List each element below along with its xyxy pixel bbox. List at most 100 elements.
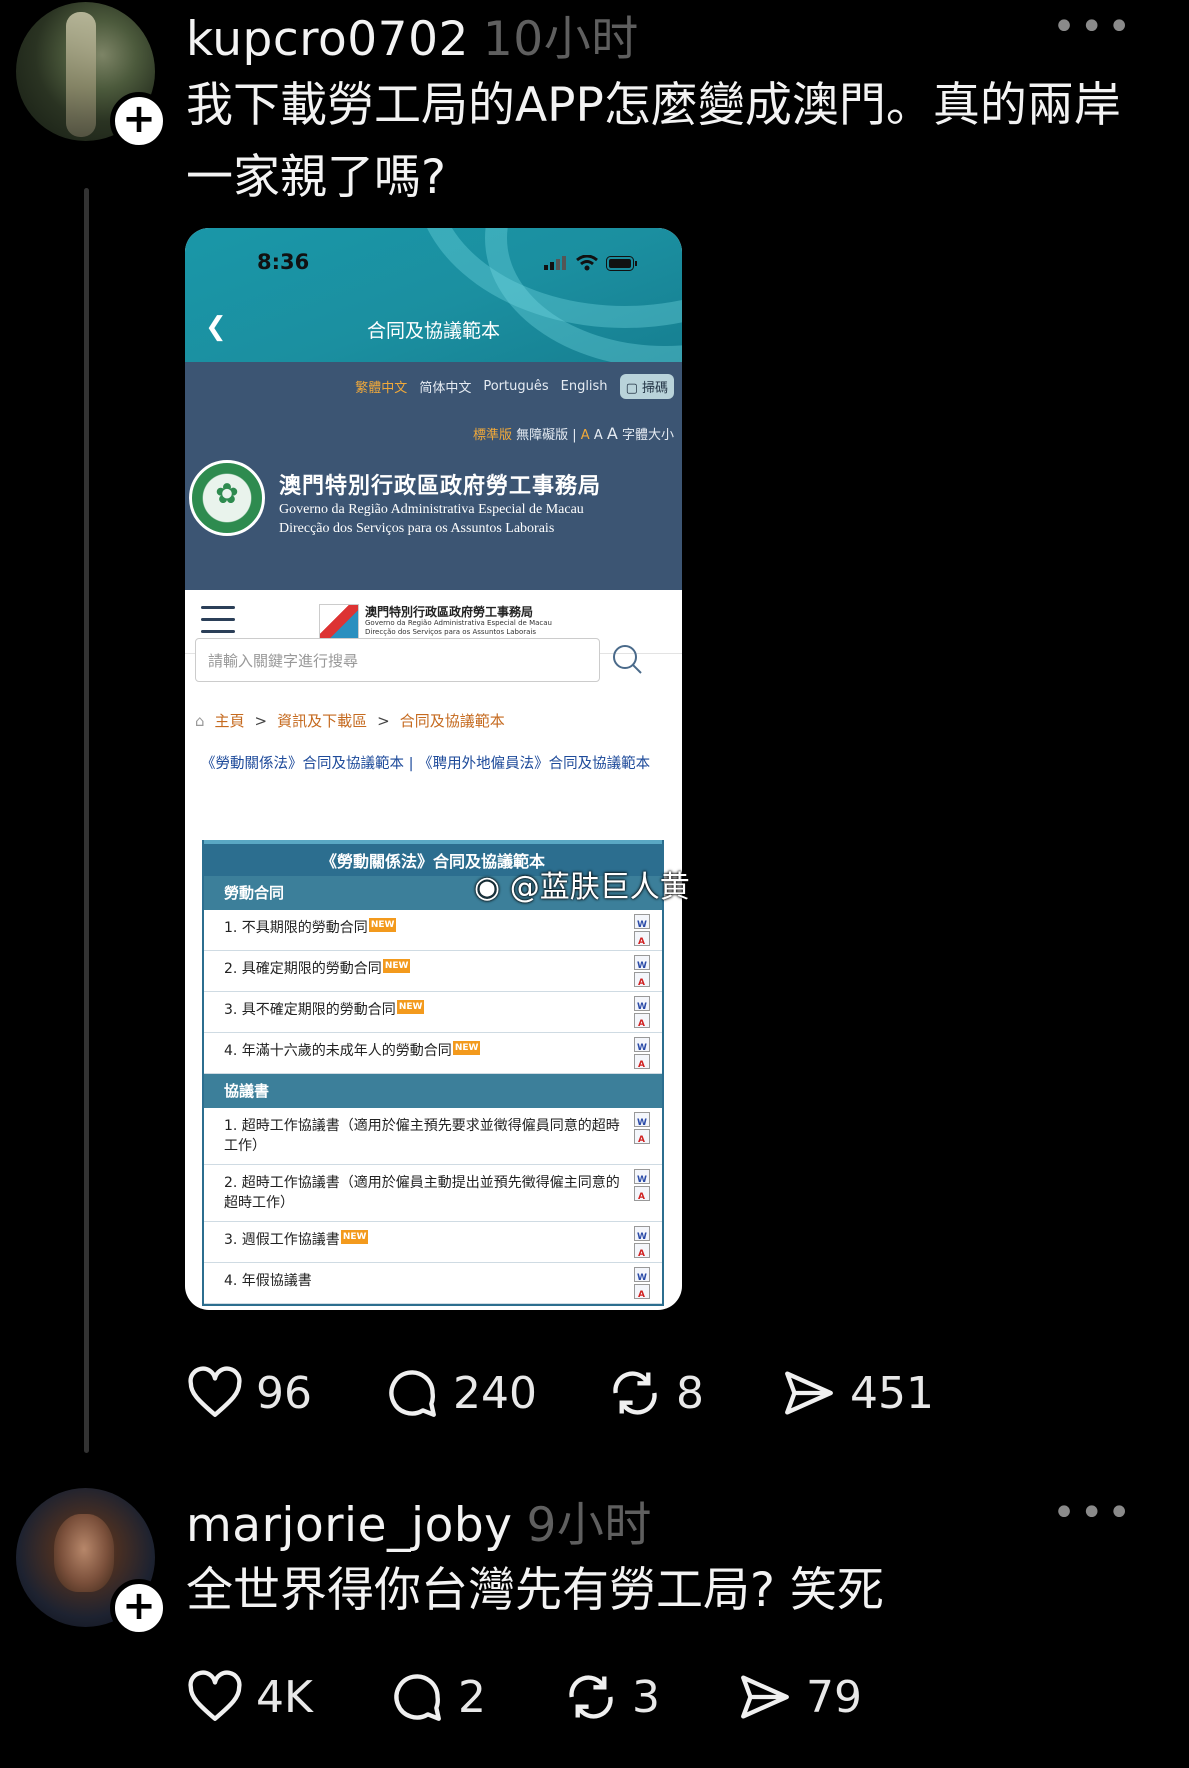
breadcrumb-separator: > — [254, 711, 268, 730]
repost-count: 8 — [676, 1367, 704, 1419]
username[interactable]: marjorie_joby — [186, 1498, 512, 1553]
post-author[interactable]: kupcro0702 10小时 — [186, 0, 639, 69]
lang-traditional[interactable]: 繁體中文 — [355, 377, 407, 396]
status-clock: 8:36 — [257, 250, 310, 274]
follow-plus-icon[interactable]: + — [110, 92, 168, 150]
breadcrumb-separator: > — [377, 711, 390, 730]
more-options-icon[interactable]: ••• — [1052, 1490, 1135, 1536]
site-header: 繁體中文 简体中文 Português English ▢ 掃碼 標準版 無障礙… — [185, 362, 682, 590]
send-icon — [785, 1371, 833, 1415]
new-badge: NEW — [368, 918, 397, 932]
department-name-pt: Governo da Região Administrativa Especia… — [279, 502, 584, 517]
row-label: 3. 具不確定期限的勞動合同 — [224, 1002, 396, 1018]
row-label: 4. 年假協議書 — [224, 1273, 312, 1289]
law-links[interactable]: 《勞動關係法》合同及協議範本 | 《聘用外地僱員法》合同及協議範本 — [201, 750, 671, 778]
table-row[interactable]: 3. 週假工作協議書 NEW — [204, 1222, 662, 1264]
table-row[interactable]: 1. 超時工作協議書（適用於僱主預先要求並徵得僱員同意的超時工作） — [204, 1108, 662, 1165]
nav-logo-title: 澳門特別行政區政府勞工事務局 — [365, 605, 534, 619]
repost-count: 3 — [632, 1671, 660, 1723]
word-file-icon[interactable] — [634, 1037, 650, 1058]
breadcrumb-item[interactable]: 主頁 — [215, 710, 245, 731]
comment-icon — [389, 1370, 436, 1417]
share-count: 451 — [850, 1367, 934, 1419]
more-options-icon[interactable]: ••• — [1052, 4, 1135, 50]
post-author[interactable]: marjorie_joby 9小时 — [186, 1486, 652, 1555]
breadcrumb-item[interactable]: 合同及協議範本 — [400, 710, 505, 731]
table-row[interactable]: 4. 年假協議書 — [204, 1263, 662, 1305]
weibo-icon: ◉ — [474, 870, 501, 905]
nav-logo-subtitle-line: Governo da Região Administrativa Especia… — [365, 619, 552, 627]
font-small[interactable]: A — [581, 428, 590, 443]
weibo-watermark: ◉ @蓝肤巨人黄 — [474, 862, 690, 906]
breadcrumb-item[interactable]: 資訊及下載區 — [277, 710, 367, 731]
search-icon[interactable] — [610, 642, 646, 678]
page-title: 合同及協議範本 — [366, 320, 500, 342]
word-file-icon[interactable] — [634, 1169, 650, 1190]
pdf-file-icon[interactable] — [634, 1243, 650, 1264]
row-label: 2. 具確定期限的勞動合同 — [224, 961, 382, 977]
font-size-label: 字體大小 — [621, 428, 674, 443]
font-medium[interactable]: A — [594, 428, 603, 443]
share-count: 79 — [806, 1671, 862, 1723]
heart-icon — [188, 1366, 242, 1417]
standard-version-link[interactable]: 標準版 — [473, 428, 512, 443]
word-file-icon[interactable] — [634, 1267, 650, 1288]
pdf-file-icon[interactable] — [634, 1129, 650, 1150]
username[interactable]: kupcro0702 — [186, 12, 469, 67]
accessible-version-link[interactable]: 無障礙版 — [516, 428, 568, 443]
post-text-line: 我下載勞工局的APP怎麼變成澳門。真的兩岸 — [186, 78, 1121, 133]
watermark-text: @蓝肤巨人黄 — [509, 870, 690, 905]
scan-button[interactable]: ▢ 掃碼 — [619, 374, 674, 399]
word-file-icon[interactable] — [634, 955, 650, 976]
like-button[interactable]: 4K — [186, 1668, 313, 1726]
pdf-file-icon[interactable] — [634, 1054, 650, 1075]
share-button[interactable]: 79 — [736, 1668, 862, 1726]
accessibility-bar: 標準版 無障礙版 | A A A 字體大小 — [473, 424, 674, 443]
repost-button[interactable]: 8 — [606, 1364, 704, 1422]
share-button[interactable]: 451 — [780, 1364, 934, 1422]
language-bar: 繁體中文 简体中文 Português English ▢ 掃碼 — [355, 374, 674, 399]
word-file-icon[interactable] — [634, 914, 650, 935]
section-header: 協議書 — [204, 1074, 662, 1108]
lang-portuguese[interactable]: Português — [483, 379, 548, 394]
row-label: 1. 超時工作協議書（適用於僱主預先要求並徵得僱員同意的超時工作） — [224, 1118, 620, 1154]
repost-button[interactable]: 3 — [562, 1668, 660, 1726]
word-file-icon[interactable] — [634, 1226, 650, 1247]
repost-icon — [569, 1675, 613, 1719]
lang-simplified[interactable]: 简体中文 — [419, 377, 471, 396]
send-icon — [741, 1675, 789, 1719]
table-row[interactable]: 3. 具不確定期限的勞動合同 NEW — [204, 992, 662, 1034]
nav-logo-subtitle: Governo da Região Administrativa Especia… — [365, 619, 552, 637]
search-input[interactable]: 請輸入關鍵字進行搜尋 — [195, 638, 600, 682]
department-name-zh: 澳門特別行政區政府勞工事務局 — [279, 473, 602, 499]
table-row[interactable]: 4. 年滿十六歲的未成年人的勞動合同 NEW — [204, 1033, 662, 1075]
table-row[interactable]: 2. 具確定期限的勞動合同 NEW — [204, 951, 662, 993]
post-text: 我下載勞工局的APP怎麼變成澳門。真的兩岸 一家親了嗎? — [186, 70, 1121, 214]
pdf-file-icon[interactable] — [634, 1284, 650, 1305]
scan-label: 掃碼 — [641, 381, 668, 396]
follow-plus-icon[interactable]: + — [110, 1579, 168, 1637]
comment-button[interactable]: 240 — [383, 1364, 537, 1422]
post-text: 全世界得你台灣先有勞工局? 笑死 — [186, 1563, 884, 1618]
word-file-icon[interactable] — [634, 996, 650, 1017]
font-large[interactable]: A — [607, 424, 618, 443]
post-time: 9小时 — [526, 1498, 652, 1553]
comment-button[interactable]: 2 — [388, 1668, 486, 1726]
lang-english[interactable]: English — [561, 379, 608, 394]
word-file-icon[interactable] — [634, 1112, 650, 1133]
table-row[interactable]: 2. 超時工作協議書（適用於僱員主動提出並預先徵得僱主同意的超時工作） — [204, 1165, 662, 1222]
row-label: 1. 不具期限的勞動合同 — [224, 920, 368, 936]
signal-icon — [544, 256, 566, 270]
row-label: 3. 週假工作協議書 — [224, 1232, 340, 1248]
like-button[interactable]: 96 — [186, 1364, 312, 1422]
pdf-file-icon[interactable] — [634, 1186, 650, 1207]
pdf-file-icon[interactable] — [634, 1013, 650, 1034]
post-time: 10小时 — [482, 12, 639, 67]
menu-icon[interactable] — [201, 606, 235, 634]
pdf-file-icon[interactable] — [634, 972, 650, 993]
pdf-file-icon[interactable] — [634, 931, 650, 952]
table-row[interactable]: 1. 不具期限的勞動合同 NEW — [204, 910, 662, 952]
comment-count: 240 — [453, 1367, 537, 1419]
attached-screenshot[interactable]: 8:36 ❮ 合同及協議範本 繁體中文 简体中文 Português Engli… — [185, 228, 682, 1310]
thread-line — [84, 188, 89, 1453]
